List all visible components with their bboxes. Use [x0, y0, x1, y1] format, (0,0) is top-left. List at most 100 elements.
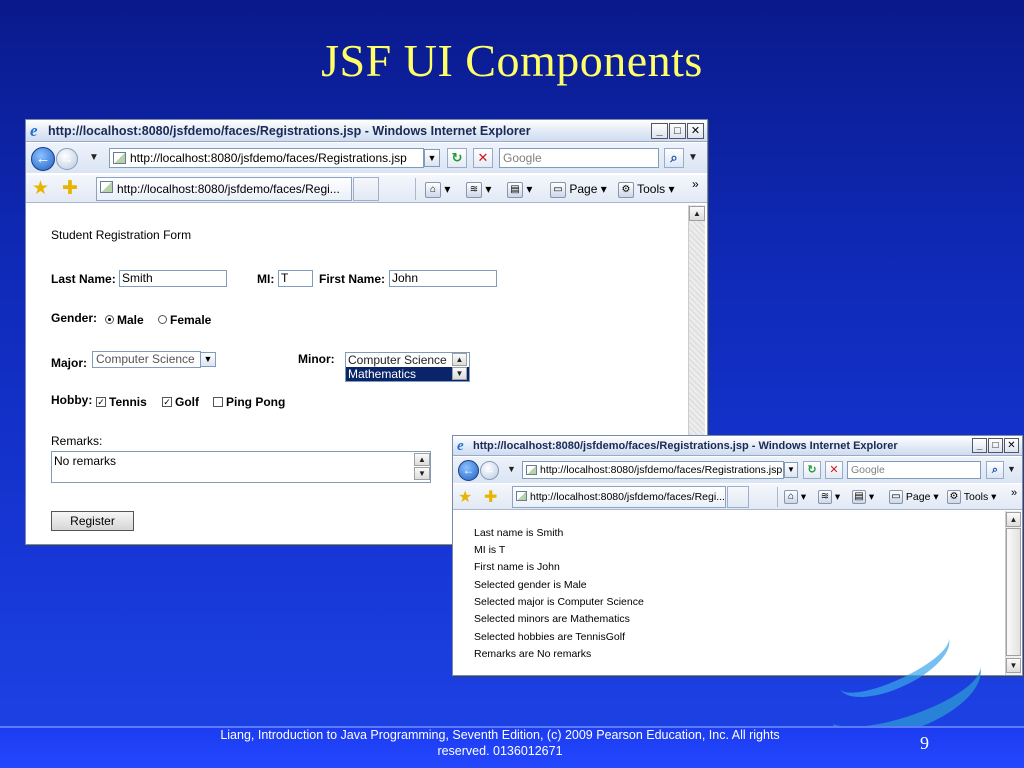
gender-radio-male[interactable]: Male: [105, 313, 144, 327]
gender-male-label: Male: [117, 313, 144, 327]
favorites-star-icon[interactable]: ★: [458, 488, 472, 507]
textarea-scroll-down[interactable]: ▼: [414, 467, 430, 480]
history-dropdown-icon[interactable]: ▼: [507, 464, 516, 474]
listbox-scroll-up[interactable]: ▲: [452, 353, 467, 366]
forward-button[interactable]: →: [480, 461, 499, 480]
address-dropdown-button[interactable]: ▼: [784, 462, 798, 478]
feeds-button[interactable]: ≋ ▾: [466, 180, 491, 198]
search-placeholder: Google: [503, 151, 542, 165]
result-line: MI is T: [474, 544, 506, 556]
print-button[interactable]: ▤ ▾: [507, 180, 532, 198]
ie-logo-icon: e: [457, 438, 464, 454]
mi-label: MI:: [257, 272, 275, 286]
search-options-icon[interactable]: ▼: [1007, 464, 1016, 474]
back-button[interactable]: ←: [458, 460, 479, 481]
page-icon: [526, 465, 537, 475]
major-dropdown-button[interactable]: ▼: [200, 352, 216, 367]
stop-button[interactable]: ✕: [473, 148, 493, 168]
first-name-field[interactable]: John: [389, 270, 497, 287]
textarea-scroll-up[interactable]: ▲: [414, 453, 430, 466]
maximize-button[interactable]: □: [988, 438, 1003, 453]
hobby-pingpong-label: Ping Pong: [226, 395, 286, 409]
browser-tab[interactable]: http://localhost:8080/jsfdemo/faces/Regi…: [96, 177, 352, 201]
register-button[interactable]: Register: [51, 511, 134, 531]
maximize-button[interactable]: □: [669, 123, 686, 139]
result-line: Last name is Smith: [474, 527, 564, 539]
favorites-bar: ★ ✚ http://localhost:8080/jsfdemo/faces/…: [26, 175, 707, 203]
history-dropdown-icon[interactable]: ▼: [89, 152, 99, 163]
search-button[interactable]: ⌕: [664, 148, 684, 168]
more-tools-button[interactable]: »: [692, 175, 699, 193]
minor-listbox[interactable]: Computer Science Mathematics ▲ ▼: [345, 352, 470, 382]
search-options-icon[interactable]: ▼: [688, 152, 698, 163]
last-name-field[interactable]: Smith: [119, 270, 227, 287]
page-menu[interactable]: ▭ Page ▾: [550, 180, 607, 198]
browser-tab[interactable]: http://localhost:8080/jsfdemo/faces/Regi…: [512, 486, 726, 508]
search-input[interactable]: Google: [847, 461, 981, 479]
feeds-button[interactable]: ≋ ▾: [818, 488, 840, 506]
add-favorites-icon[interactable]: ✚: [62, 179, 78, 198]
page-menu-icon: ▭: [889, 490, 903, 505]
footer-copyright: Liang, Introduction to Java Programming,…: [220, 728, 780, 758]
navigation-bar: ← → ▼ http://localhost:8080/jsfdemo/face…: [453, 457, 1022, 483]
close-button[interactable]: ✕: [687, 123, 704, 139]
stop-button[interactable]: ✕: [825, 461, 843, 479]
result-line: Selected major is Computer Science: [474, 596, 644, 608]
new-tab-button[interactable]: [727, 486, 749, 508]
add-favorites-icon[interactable]: ✚: [484, 488, 497, 507]
toolbar-separator: [415, 178, 416, 200]
checkbox-checked-icon: ✓: [162, 396, 172, 407]
search-placeholder: Google: [851, 464, 885, 476]
page-scrollbar[interactable]: ▲ ▼: [1005, 511, 1021, 675]
major-select[interactable]: Computer Science: [92, 351, 201, 368]
more-tools-button[interactable]: »: [1011, 484, 1017, 502]
address-bar[interactable]: http://localhost:8080/jsfdemo/faces/Regi…: [109, 148, 424, 168]
navigation-bar: ← → ▼ http://localhost:8080/jsfdemo/face…: [26, 143, 707, 173]
home-button[interactable]: ⌂ ▾: [784, 488, 806, 506]
minimize-button[interactable]: _: [651, 123, 668, 139]
slide-page-number: 9: [920, 733, 929, 753]
hobby-checkbox-tennis[interactable]: ✓ Tennis: [96, 395, 147, 409]
page-menu[interactable]: ▭ Page ▾: [889, 488, 939, 506]
print-button[interactable]: ▤ ▾: [852, 488, 874, 506]
refresh-button[interactable]: ↻: [447, 148, 467, 168]
mi-field[interactable]: T: [278, 270, 313, 287]
result-line: First name is John: [474, 561, 560, 573]
minor-option-selected[interactable]: Mathematics: [346, 367, 469, 381]
favorites-star-icon[interactable]: ★: [32, 179, 49, 198]
last-name-label: Last Name:: [51, 272, 116, 286]
tools-menu[interactable]: ⚙ Tools ▾: [947, 488, 996, 506]
close-button[interactable]: ✕: [1004, 438, 1019, 453]
window-title: http://localhost:8080/jsfdemo/faces/Regi…: [473, 440, 898, 452]
listbox-scroll-down[interactable]: ▼: [452, 367, 467, 380]
page-menu-icon: ▭: [550, 181, 566, 198]
first-name-label: First Name:: [319, 272, 386, 286]
page-scroll-down[interactable]: ▼: [1006, 658, 1021, 673]
back-button[interactable]: ←: [31, 147, 55, 171]
tools-menu-label: Tools: [963, 491, 989, 503]
tools-menu[interactable]: ⚙ Tools ▾: [618, 180, 675, 198]
new-tab-button[interactable]: [353, 177, 379, 201]
minimize-button[interactable]: _: [972, 438, 987, 453]
home-button[interactable]: ⌂ ▾: [425, 180, 450, 198]
window-title: http://localhost:8080/jsfdemo/faces/Regi…: [48, 124, 531, 138]
page-scroll-up[interactable]: ▲: [689, 206, 705, 221]
page-scroll-thumb[interactable]: [1006, 528, 1021, 656]
page-scroll-up[interactable]: ▲: [1006, 512, 1021, 527]
hobby-golf-label: Golf: [175, 395, 199, 409]
search-button[interactable]: ⌕: [986, 461, 1004, 479]
refresh-button[interactable]: ↻: [803, 461, 821, 479]
gender-radio-female[interactable]: Female: [158, 313, 211, 327]
minor-option[interactable]: Computer Science: [346, 353, 469, 367]
address-bar[interactable]: http://localhost:8080/jsfdemo/faces/Regi…: [522, 461, 784, 479]
remarks-textarea[interactable]: No remarks ▲ ▼: [51, 451, 431, 483]
forward-button[interactable]: →: [56, 148, 78, 170]
result-line: Selected minors are Mathematics: [474, 613, 630, 625]
hobby-checkbox-pingpong[interactable]: Ping Pong: [213, 395, 285, 409]
search-input[interactable]: Google: [499, 148, 659, 168]
address-dropdown-button[interactable]: ▼: [424, 149, 440, 167]
favorites-bar: ★ ✚ http://localhost:8080/jsfdemo/faces/…: [453, 484, 1022, 510]
hobby-checkbox-golf[interactable]: ✓ Golf: [162, 395, 199, 409]
result-line: Selected gender is Male: [474, 579, 587, 591]
minor-label: Minor:: [298, 352, 335, 366]
